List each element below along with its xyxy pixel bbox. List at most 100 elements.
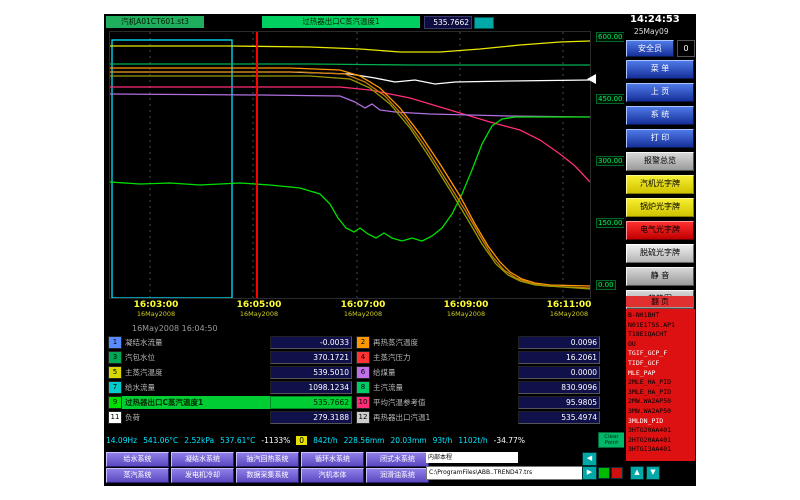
alarm-scroll-down-button[interactable]: ▼ — [646, 466, 660, 480]
pen-current-value: 535.4974 — [518, 411, 600, 424]
alarm-tag[interactable]: MLE_PAP — [628, 369, 694, 379]
zoom-selection-box[interactable] — [112, 40, 232, 298]
trend-line — [110, 94, 590, 117]
system-tab[interactable]: 抽汽回热系统 — [236, 452, 299, 467]
alarm-tag[interactable]: 2MW.WA2AP50 — [628, 397, 694, 407]
system-tab[interactable]: 蒸汽系统 — [106, 468, 169, 483]
status-value: 1102t/h — [458, 436, 487, 445]
system-tab[interactable]: 凝结水系统 — [171, 452, 234, 467]
time-label-time: 16:07:00 — [331, 300, 395, 310]
alarm-tag[interactable]: OU — [628, 340, 694, 350]
system-tab[interactable]: 润滑油系统 — [366, 468, 429, 483]
pen-current-value: 539.5010 — [270, 366, 352, 379]
legend-right-column: 2再热蒸汽温度0.0096 4主蒸汽压力16.2061 6给煤量0.0000 8主汽流… — [356, 336, 600, 426]
pen-current-value: -0.0033 — [270, 336, 352, 349]
status-value: 2.52kPa — [184, 436, 214, 445]
sidebar-button[interactable]: 打 印 — [626, 129, 694, 148]
alarm-tag[interactable]: 3MLDN_PID — [628, 417, 694, 427]
legend-row[interactable]: 7给水流量1098.1234 — [108, 381, 352, 394]
pen-current-value: 95.9805 — [518, 396, 600, 409]
legend-row[interactable]: 2再热蒸汽温度0.0096 — [356, 336, 600, 349]
legend-row[interactable]: 8主汽流量830.9096 — [356, 381, 600, 394]
alarm-tag[interactable]: B-N01BHT — [628, 311, 694, 321]
stop-button[interactable] — [611, 467, 623, 479]
pen-name: 再热器出口汽温1 — [373, 412, 518, 423]
legend-row[interactable]: 4主蒸汽压力16.2061 — [356, 351, 600, 364]
scale-value-label: 300.00 — [596, 156, 625, 166]
time-label-time: 16:05:00 — [227, 300, 291, 310]
legend-row[interactable]: 3汽包水位370.1721 — [108, 351, 352, 364]
trend-line — [110, 72, 590, 84]
alarm-tag[interactable]: TGIF_GCP_F — [628, 349, 694, 359]
time-label-date: 16May2008 — [434, 310, 498, 318]
pen-current-value: 0.0096 — [518, 336, 600, 349]
legend-row[interactable]: 5主蒸汽温度539.5010 — [108, 366, 352, 379]
sidebar-button[interactable]: 静 音 — [626, 267, 694, 286]
clear-point-button[interactable]: Clear Point — [598, 432, 625, 448]
operator-row: 安全员 0 — [626, 40, 695, 57]
pen-color-box: 9 — [108, 396, 122, 409]
pen-color-indicator[interactable] — [474, 17, 494, 29]
trend-line — [110, 117, 590, 241]
system-tab[interactable]: 闭式水系统 — [366, 452, 429, 467]
alarm-page-button[interactable]: 翻 页 — [626, 296, 694, 307]
alarm-tag[interactable]: T18E1QACHT — [628, 330, 694, 340]
pen-color-box: 4 — [356, 351, 370, 364]
trend-file-path-input[interactable]: C:\ProgramFiles\ABB..TREND47.trs — [426, 466, 584, 480]
pen-current-value: 535.7662 — [270, 396, 352, 409]
sidebar-button[interactable]: 菜 单 — [626, 60, 694, 79]
trend-chart[interactable] — [110, 32, 590, 298]
trend-line — [110, 76, 590, 289]
pen-name: 给水流量 — [125, 382, 270, 393]
scale-value-label: 450.00 — [596, 94, 625, 104]
alarm-tag[interactable]: TIDF_GCF — [628, 359, 694, 369]
legend-row[interactable]: 6给煤量0.0000 — [356, 366, 600, 379]
sidebar-button[interactable]: 上 页 — [626, 83, 694, 102]
pen-current-value: 16.2061 — [518, 351, 600, 364]
selected-pen-label[interactable]: 过热器出口C蒸汽温度1 — [262, 16, 420, 28]
system-tab[interactable]: 发电机冷却 — [171, 468, 234, 483]
operator-button[interactable]: 安全员 — [626, 40, 674, 57]
pan-left-button[interactable]: ◀ — [582, 452, 597, 466]
time-label-time: 16:03:00 — [124, 300, 188, 310]
clock: 14:24:53 — [630, 14, 680, 25]
alarm-tag[interactable]: 3MW.WA2AP50 — [628, 407, 694, 417]
legend-row[interactable]: 9过热器出口C蒸汽温度1535.7662 — [108, 396, 352, 409]
sidebar-button[interactable]: 电气光字牌 — [626, 221, 694, 240]
alarm-tag[interactable]: 3HTG20AA401 — [628, 426, 694, 436]
alarm-scroll-up-button[interactable]: ▲ — [630, 466, 644, 480]
alarm-tag[interactable]: 3HTGI3AA401 — [628, 445, 694, 455]
scale-value-label: 0.00 — [596, 280, 616, 290]
run-button[interactable] — [598, 467, 610, 479]
scale-marker-icon[interactable] — [587, 74, 596, 84]
status-value: 228.56mm — [344, 436, 385, 445]
alarm-tag[interactable]: 3MLE_HA_PID — [628, 388, 694, 398]
pen-color-box: 5 — [108, 366, 122, 379]
sidebar-button[interactable]: 汽机光字牌 — [626, 175, 694, 194]
time-label-time: 16:09:00 — [434, 300, 498, 310]
trend-line — [110, 87, 590, 182]
system-tab[interactable]: 数据采集系统 — [236, 468, 299, 483]
system-tab[interactable]: 循环水系统 — [301, 452, 364, 467]
alarm-tag[interactable]: 2MLE_HA_PID — [628, 378, 694, 388]
legend-row[interactable]: 11负荷279.3188 — [108, 411, 352, 424]
legend-row[interactable]: 10平均汽温参考值95.9805 — [356, 396, 600, 409]
legend-row[interactable]: 1凝结水流量-0.0033 — [108, 336, 352, 349]
system-tabs-row2: 蒸汽系统发电机冷却数据采集系统汽机本体润滑油系统 — [106, 468, 429, 483]
pen-current-value: 830.9096 — [518, 381, 600, 394]
sidebar-button[interactable]: 脱硫光字牌 — [626, 244, 694, 263]
alarm-tag[interactable]: 2HTG20AA401 — [628, 436, 694, 446]
system-tab[interactable]: 汽机本体 — [301, 468, 364, 483]
scale-value-label: 150.00 — [596, 218, 625, 228]
trend-file-tab[interactable]: 汽机A01CT601.st3 — [106, 16, 204, 28]
legend-row[interactable]: 12再热器出口汽温1535.4974 — [356, 411, 600, 424]
pan-right-button[interactable]: ▶ — [582, 466, 597, 480]
sidebar-button[interactable]: 报警总览 — [626, 152, 694, 171]
sidebar-button[interactable]: 系 统 — [626, 106, 694, 125]
system-tab[interactable]: 给水系统 — [106, 452, 169, 467]
status-value: 14.09Hz — [106, 436, 137, 445]
sidebar-button[interactable]: 锅炉光字牌 — [626, 198, 694, 217]
alarm-tag[interactable]: N01E1TSS.AP1 — [628, 321, 694, 331]
status-value: -34.77% — [494, 436, 525, 445]
trend-chart-canvas[interactable] — [110, 32, 590, 298]
